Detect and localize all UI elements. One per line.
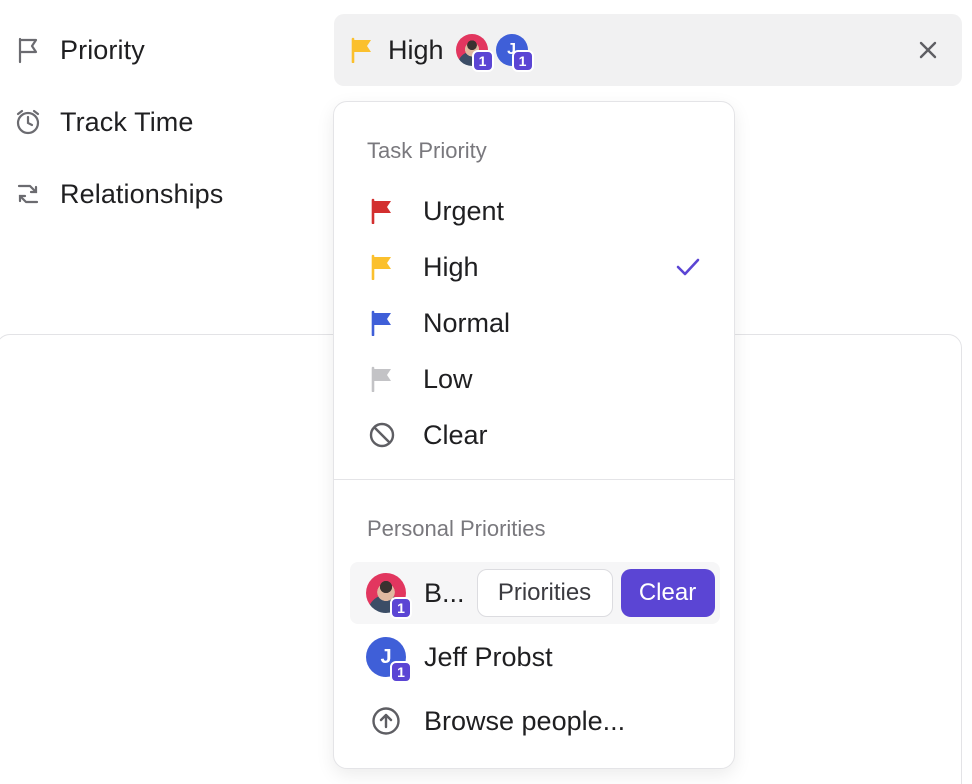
avatar: J 1 <box>495 34 534 72</box>
field-relationships[interactable]: Relationships <box>12 174 223 214</box>
flag-icon <box>367 196 397 226</box>
flag-outline-icon <box>12 34 44 66</box>
option-label: Low <box>423 363 473 394</box>
option-low[interactable]: Low <box>352 354 718 404</box>
flag-icon <box>367 308 397 338</box>
relationship-arrows-icon <box>12 178 44 210</box>
page: Priority Track Time Relationships High 1… <box>0 0 972 784</box>
option-normal[interactable]: Normal <box>352 298 718 348</box>
flag-icon <box>367 252 397 282</box>
selected-priority: High <box>388 34 444 65</box>
avatar-badge: 1 <box>471 50 494 72</box>
field-label: Relationships <box>60 178 224 209</box>
avatar-badge: 1 <box>390 597 412 619</box>
avatar: 1 <box>455 34 494 72</box>
person-row[interactable]: J 1 Jeff Probst <box>350 626 720 688</box>
field-label: Priority <box>60 34 145 65</box>
arrow-up-circle-icon <box>370 705 402 737</box>
browse-people-button[interactable]: Browse people... <box>350 690 720 752</box>
checkmark-icon <box>676 258 700 276</box>
option-high[interactable]: High <box>352 242 718 292</box>
avatar-badge: 1 <box>511 50 534 72</box>
section-title-personal-priorities: Personal Priorities <box>367 516 546 541</box>
field-track-time[interactable]: Track Time <box>12 102 194 142</box>
field-priority[interactable]: Priority <box>12 30 145 70</box>
clear-button[interactable]: Clear <box>620 569 715 617</box>
person-name: Jeff Probst <box>424 641 553 672</box>
person-row[interactable]: 1 B... Priorities Clear <box>350 562 720 624</box>
option-clear[interactable]: Clear <box>352 410 718 460</box>
assignee-avatars: 1 J 1 <box>455 34 534 72</box>
section-title-task-priority: Task Priority <box>367 138 487 163</box>
option-label: Normal <box>423 307 511 338</box>
option-label: High <box>423 251 479 282</box>
divider <box>334 479 734 480</box>
close-icon[interactable] <box>914 36 942 64</box>
option-urgent[interactable]: Urgent <box>352 186 718 236</box>
avatar-badge: 1 <box>390 661 412 683</box>
avatar: J 1 <box>366 637 412 683</box>
option-label: Urgent <box>423 195 505 226</box>
field-label: Track Time <box>60 106 194 137</box>
priorities-button[interactable]: Priorities <box>476 569 613 617</box>
flag-icon <box>348 36 376 64</box>
flag-icon <box>367 364 397 394</box>
avatar: 1 <box>366 573 412 619</box>
priority-dropdown: Task Priority Urgent High Normal Low Cle… <box>333 101 735 769</box>
alarm-clock-icon <box>12 106 44 138</box>
option-label: Clear <box>423 419 488 450</box>
person-name: B... <box>424 577 465 608</box>
prohibited-icon <box>367 420 397 450</box>
priority-selector[interactable]: High 1 J 1 <box>334 14 962 86</box>
browse-label: Browse people... <box>424 705 626 736</box>
